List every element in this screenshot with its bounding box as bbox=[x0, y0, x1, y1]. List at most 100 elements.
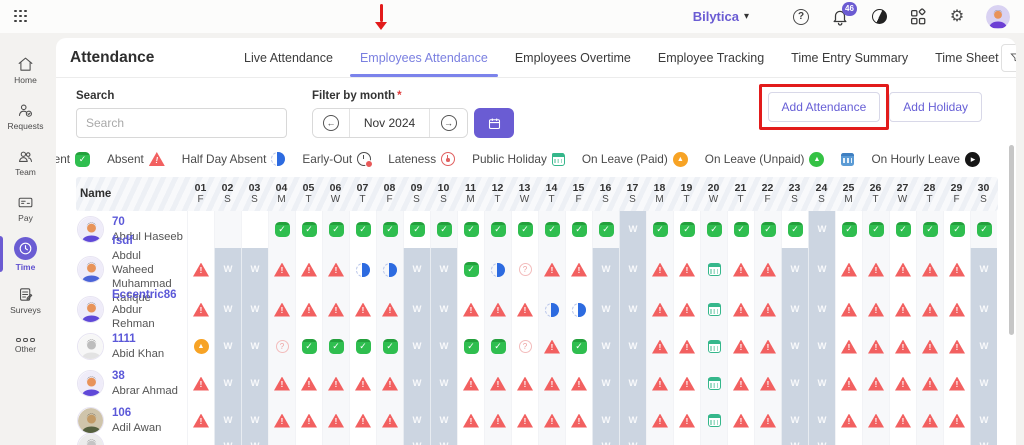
vertical-scrollbar[interactable] bbox=[1008, 133, 1015, 443]
attendance-cell[interactable] bbox=[943, 402, 970, 439]
attendance-cell[interactable] bbox=[322, 365, 349, 402]
attendance-cell[interactable] bbox=[889, 248, 916, 291]
attendance-cell[interactable] bbox=[322, 211, 349, 248]
attendance-cell[interactable] bbox=[862, 211, 889, 248]
attendance-cell[interactable] bbox=[538, 291, 565, 328]
attendance-cell[interactable] bbox=[916, 248, 943, 291]
attendance-cell[interactable] bbox=[916, 365, 943, 402]
attendance-cell[interactable] bbox=[916, 402, 943, 439]
attendance-cell[interactable] bbox=[565, 328, 592, 365]
attendance-cell[interactable] bbox=[727, 291, 754, 328]
attendance-cell[interactable] bbox=[484, 291, 511, 328]
attendance-cell[interactable] bbox=[754, 291, 781, 328]
attendance-cell[interactable] bbox=[673, 365, 700, 402]
tab-employees-overtime[interactable]: Employees Overtime bbox=[513, 51, 633, 65]
attendance-cell[interactable] bbox=[862, 365, 889, 402]
attendance-cell[interactable] bbox=[376, 248, 403, 291]
attendance-cell[interactable] bbox=[376, 291, 403, 328]
attendance-cell[interactable] bbox=[754, 211, 781, 248]
sidebar-item-surveys[interactable]: Surveys bbox=[0, 277, 51, 323]
attendance-cell[interactable] bbox=[916, 328, 943, 365]
attendance-cell[interactable] bbox=[835, 365, 862, 402]
attendance-cell[interactable] bbox=[565, 211, 592, 248]
employee-id-link[interactable]: 106 bbox=[112, 406, 161, 421]
notifications-bell-icon[interactable]: 46 bbox=[830, 1, 857, 27]
attendance-cell[interactable] bbox=[835, 328, 862, 365]
attendance-cell[interactable] bbox=[943, 248, 970, 291]
attendance-cell[interactable] bbox=[295, 291, 322, 328]
attendance-cell[interactable] bbox=[700, 328, 727, 365]
attendance-cell[interactable] bbox=[538, 365, 565, 402]
attendance-cell[interactable] bbox=[187, 291, 214, 328]
attendance-cell[interactable] bbox=[538, 248, 565, 291]
attendance-cell[interactable] bbox=[187, 328, 214, 365]
attendance-cell[interactable] bbox=[295, 328, 322, 365]
attendance-cell[interactable] bbox=[538, 328, 565, 365]
attendance-cell[interactable] bbox=[349, 328, 376, 365]
attendance-cell[interactable] bbox=[700, 248, 727, 291]
attendance-cell[interactable] bbox=[862, 328, 889, 365]
attendance-cell[interactable] bbox=[538, 402, 565, 439]
employee-id-link[interactable]: fsdf bbox=[112, 234, 185, 249]
attendance-cell[interactable] bbox=[943, 328, 970, 365]
help-icon[interactable]: ? bbox=[791, 7, 811, 27]
attendance-cell[interactable] bbox=[268, 211, 295, 248]
apps-grid-icon[interactable] bbox=[908, 7, 928, 27]
attendance-cell[interactable] bbox=[835, 248, 862, 291]
theme-toggle-icon[interactable] bbox=[869, 7, 889, 27]
sidebar-item-other[interactable]: Other bbox=[0, 323, 51, 369]
attendance-cell[interactable] bbox=[727, 402, 754, 439]
attendance-cell[interactable] bbox=[403, 211, 430, 248]
attendance-cell[interactable] bbox=[295, 365, 322, 402]
attendance-cell[interactable] bbox=[592, 211, 619, 248]
attendance-cell[interactable] bbox=[565, 291, 592, 328]
attendance-cell[interactable] bbox=[268, 248, 295, 291]
attendance-cell[interactable] bbox=[376, 211, 403, 248]
attendance-cell[interactable] bbox=[376, 402, 403, 439]
attendance-cell[interactable] bbox=[295, 402, 322, 439]
attendance-cell[interactable] bbox=[700, 402, 727, 439]
calendar-picker-button[interactable] bbox=[474, 108, 514, 138]
attendance-cell[interactable] bbox=[457, 291, 484, 328]
tab-time-entry-summary[interactable]: Time Entry Summary bbox=[789, 51, 910, 65]
attendance-cell[interactable] bbox=[457, 248, 484, 291]
attendance-cell[interactable] bbox=[565, 402, 592, 439]
attendance-cell[interactable] bbox=[457, 402, 484, 439]
attendance-cell[interactable] bbox=[673, 402, 700, 439]
attendance-cell[interactable] bbox=[943, 365, 970, 402]
attendance-cell[interactable] bbox=[349, 248, 376, 291]
attendance-cell[interactable] bbox=[376, 328, 403, 365]
attendance-cell[interactable] bbox=[484, 248, 511, 291]
attendance-cell[interactable] bbox=[511, 291, 538, 328]
attendance-cell[interactable] bbox=[673, 328, 700, 365]
attendance-cell[interactable] bbox=[484, 211, 511, 248]
attendance-cell[interactable] bbox=[889, 365, 916, 402]
attendance-cell[interactable] bbox=[565, 365, 592, 402]
attendance-cell[interactable] bbox=[349, 402, 376, 439]
attendance-cell[interactable] bbox=[511, 365, 538, 402]
tab-employee-tracking[interactable]: Employee Tracking bbox=[656, 51, 766, 65]
attendance-cell[interactable] bbox=[268, 328, 295, 365]
attendance-cell[interactable] bbox=[916, 291, 943, 328]
tab-employees-attendance[interactable]: Employees Attendance bbox=[349, 51, 498, 77]
attendance-cell[interactable] bbox=[889, 291, 916, 328]
attendance-cell[interactable] bbox=[322, 328, 349, 365]
sidebar-item-time[interactable]: Time bbox=[0, 231, 51, 277]
attendance-cell[interactable] bbox=[646, 328, 673, 365]
user-avatar[interactable] bbox=[986, 4, 1010, 29]
attendance-cell[interactable] bbox=[835, 211, 862, 248]
app-launcher-icon[interactable] bbox=[14, 9, 28, 24]
attendance-cell[interactable] bbox=[511, 402, 538, 439]
attendance-cell[interactable] bbox=[700, 211, 727, 248]
attendance-cell[interactable] bbox=[646, 402, 673, 439]
sidebar-item-pay[interactable]: Pay bbox=[0, 185, 51, 231]
attendance-cell[interactable] bbox=[187, 402, 214, 439]
attendance-cell[interactable] bbox=[700, 291, 727, 328]
attendance-cell[interactable] bbox=[727, 211, 754, 248]
attendance-cell[interactable] bbox=[295, 211, 322, 248]
attendance-cell[interactable] bbox=[268, 291, 295, 328]
attendance-cell[interactable] bbox=[349, 365, 376, 402]
settings-gear-icon[interactable]: ⚙ bbox=[947, 7, 967, 27]
attendance-cell[interactable] bbox=[484, 328, 511, 365]
attendance-cell[interactable] bbox=[727, 248, 754, 291]
